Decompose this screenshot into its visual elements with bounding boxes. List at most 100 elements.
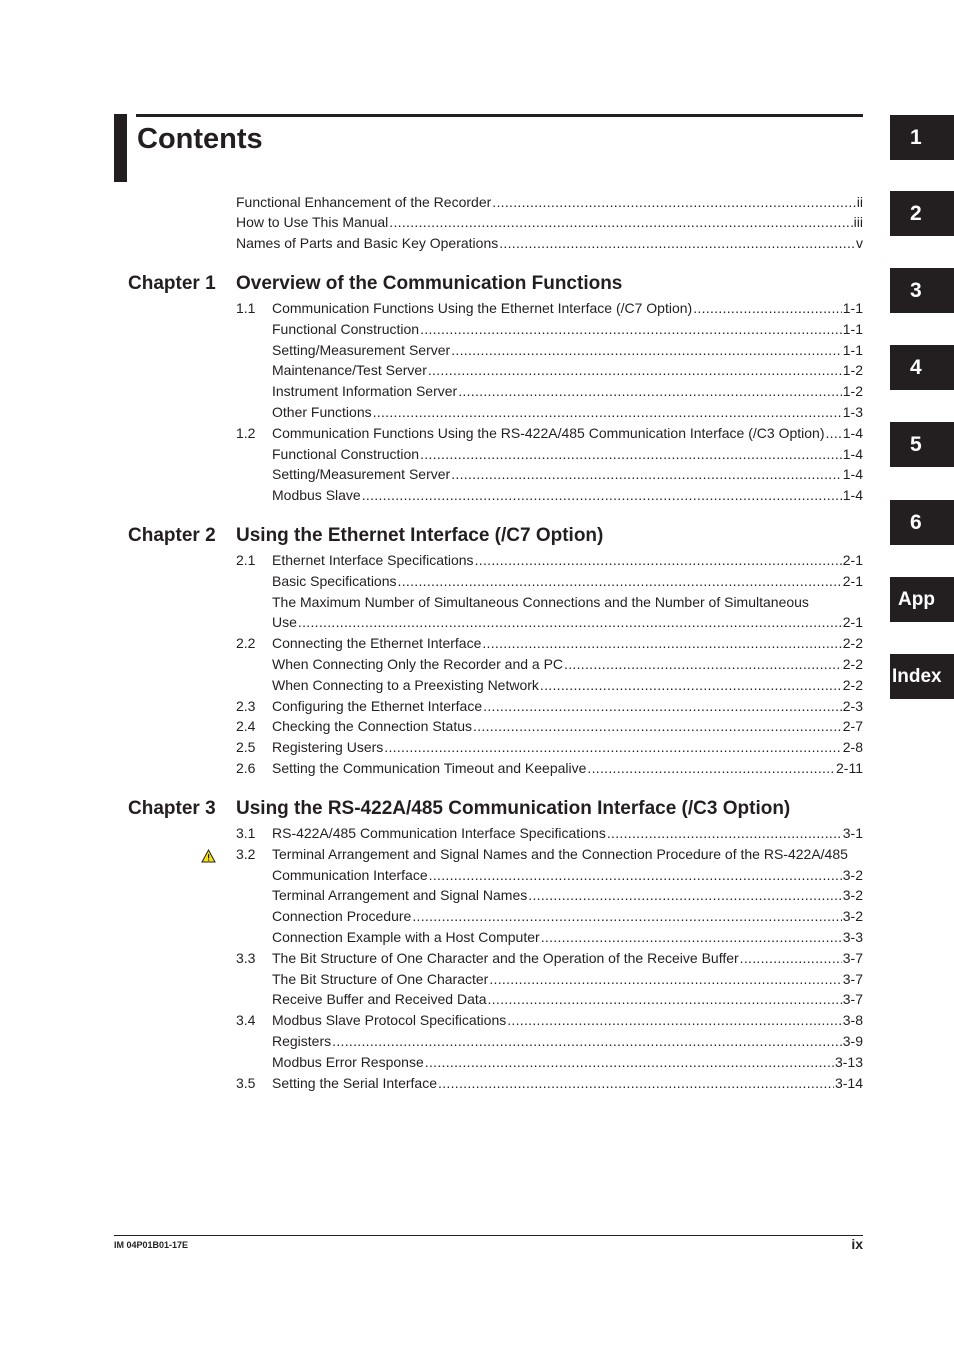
section-number: 3.3 — [236, 950, 256, 966]
dot-leader — [825, 423, 841, 443]
entry-label: The Bit Structure of One Character — [272, 971, 489, 987]
entry-label: Terminal Arrangement and Signal Names an… — [272, 846, 848, 862]
toc-subsection-entry[interactable]: Maintenance/Test Server 1-2 — [272, 360, 863, 380]
entry-page: 1-4 — [842, 487, 863, 503]
entry-page: 1-4 — [842, 446, 863, 462]
entry-page: ii — [856, 194, 863, 210]
dot-leader — [482, 633, 841, 653]
entry-label: Connection Example with a Host Computer — [272, 929, 540, 945]
toc-subsection-entry[interactable]: When Connecting Only the Recorder and a … — [272, 654, 863, 674]
toc-entry[interactable]: Names of Parts and Basic Key Operations … — [236, 233, 863, 253]
tab-chapter-4[interactable]: 4 — [890, 345, 954, 390]
section-number: 2.6 — [236, 760, 256, 776]
toc-subsection-entry[interactable]: Connection Procedure 3-2 — [272, 906, 863, 926]
dot-leader — [389, 212, 852, 232]
section-number: 3.2 — [236, 846, 256, 862]
toc-subsection-entry[interactable]: Basic Specifications 2-1 — [272, 571, 863, 591]
entry-page: 1-4 — [842, 425, 863, 441]
tab-chapter-6[interactable]: 6 — [890, 500, 954, 545]
toc-section-entry[interactable]: 2.2 Connecting the Ethernet Interface 2-2 — [236, 633, 863, 653]
toc-section-entry[interactable]: 2.5 Registering Users 2-8 — [236, 737, 863, 757]
toc-section-entry[interactable]: 2.1 Ethernet Interface Specifications 2-1 — [236, 550, 863, 570]
toc-section-entry[interactable]: 2.4 Checking the Connection Status 2-7 — [236, 716, 863, 736]
entry-label: The Maximum Number of Simultaneous Conne… — [272, 594, 809, 610]
toc-subsection-entry[interactable]: Terminal Arrangement and Signal Names 3-2 — [272, 885, 863, 905]
entry-label: Setting/Measurement Server — [272, 342, 451, 358]
entry-label: Ethernet Interface Specifications — [272, 552, 474, 568]
toc-section-entry[interactable]: 3.1 RS-422A/485 Communication Interface S… — [236, 823, 863, 843]
dot-leader — [541, 927, 842, 947]
chapter-heading-3[interactable]: Chapter 3 Using the RS-422A/485 Communic… — [128, 797, 868, 821]
toc-section-entry[interactable]: 3.5 Setting the Serial Interface 3-14 — [236, 1073, 863, 1093]
toc-subsection-entry[interactable]: The Maximum Number of Simultaneous Conne… — [272, 592, 863, 612]
tab-chapter-2[interactable]: 2 — [890, 191, 954, 236]
toc-subsection-entry[interactable]: Receive Buffer and Received Data 3-7 — [272, 989, 863, 1009]
toc-section-entry[interactable]: 1.1 Communication Functions Using the Eth… — [236, 298, 863, 318]
entry-label: Checking the Connection Status — [272, 718, 473, 734]
entry-label: Functional Construction — [272, 321, 420, 337]
chapter-heading-1[interactable]: Chapter 1 Overview of the Communication … — [128, 272, 868, 296]
toc-subsection-entry[interactable]: Functional Construction 1-1 — [272, 319, 863, 339]
dot-leader — [540, 675, 842, 695]
entry-page: 1-2 — [842, 362, 863, 378]
toc-section-entry[interactable]: 3.4 Modbus Slave Protocol Specifications 3… — [236, 1010, 863, 1030]
toc-subsection-entry[interactable]: Use 2-1 — [272, 612, 863, 632]
entry-label: Configuring the Ethernet Interface — [272, 698, 483, 714]
tab-index[interactable]: Index — [890, 654, 954, 699]
title-rule — [136, 114, 863, 117]
toc-subsection-entry[interactable]: Modbus Error Response 3-13 — [272, 1052, 863, 1072]
toc-subsection-entry[interactable]: Modbus Slave 1-4 — [272, 485, 863, 505]
entry-label: Connecting the Ethernet Interface — [272, 635, 482, 651]
toc-subsection-entry[interactable]: Instrument Information Server 1-2 — [272, 381, 863, 401]
chapter-heading-2[interactable]: Chapter 2 Using the Ethernet Interface (… — [128, 524, 868, 548]
entry-label: Other Functions — [272, 404, 372, 420]
entry-page: 1-1 — [842, 342, 863, 358]
toc-subsection-entry[interactable]: Other Functions 1-3 — [272, 402, 863, 422]
entry-label: Modbus Slave — [272, 487, 361, 503]
section-number: 2.2 — [236, 635, 256, 651]
dot-leader — [499, 233, 855, 253]
dot-leader — [438, 1073, 834, 1093]
dot-leader — [564, 654, 842, 674]
entry-label: When Connecting Only the Recorder and a … — [272, 656, 564, 672]
footer-rule — [114, 1235, 863, 1236]
toc-subsection-entry[interactable]: Registers 3-9 — [272, 1031, 863, 1051]
entry-page: 2-1 — [842, 573, 863, 589]
entry-page: 3-7 — [842, 991, 863, 1007]
toc-section-entry[interactable]: 3.2 Terminal Arrangement and Signal Names… — [236, 844, 863, 864]
tab-chapter-3[interactable]: 3 — [890, 268, 954, 313]
section-number: 2.4 — [236, 718, 256, 734]
toc-section-entry[interactable]: 2.6 Setting the Communication Timeout and… — [236, 758, 863, 778]
dot-leader — [420, 444, 842, 464]
chapter-label: Chapter 1 — [128, 273, 216, 294]
toc-section-entry[interactable]: 2.3 Configuring the Ethernet Interface 2-3 — [236, 696, 863, 716]
dot-leader — [362, 485, 842, 505]
toc-subsection-entry[interactable]: Communication Interface 3-2 — [272, 865, 863, 885]
toc-subsection-entry[interactable]: Setting/Measurement Server 1-4 — [272, 464, 863, 484]
entry-label: Modbus Error Response — [272, 1054, 424, 1070]
entry-page: 3-1 — [842, 825, 863, 841]
dot-leader — [420, 319, 842, 339]
dot-leader — [587, 758, 835, 778]
tab-chapter-5[interactable]: 5 — [890, 422, 954, 467]
toc-section-entry[interactable]: 1.2 Communication Functions Using the RS-… — [236, 423, 863, 443]
dot-leader — [528, 885, 842, 905]
section-number: 2.1 — [236, 552, 256, 568]
section-number: 1.2 — [236, 425, 256, 441]
toc-subsection-entry[interactable]: When Connecting to a Preexisting Network… — [272, 675, 863, 695]
tab-chapter-1[interactable]: 1 — [890, 115, 954, 160]
toc-section-entry[interactable]: 3.3 The Bit Structure of One Character an… — [236, 948, 863, 968]
toc-subsection-entry[interactable]: Setting/Measurement Server 1-1 — [272, 340, 863, 360]
dot-leader — [475, 550, 842, 570]
entry-page: 2-1 — [842, 614, 863, 630]
toc-entry[interactable]: How to Use This Manual iii — [236, 212, 863, 232]
toc-subsection-entry[interactable]: The Bit Structure of One Character 3-7 — [272, 969, 863, 989]
toc-subsection-entry[interactable]: Functional Construction 1-4 — [272, 444, 863, 464]
dot-leader — [412, 906, 841, 926]
entry-label: Functional Enhancement of the Recorder — [236, 194, 492, 210]
dot-leader — [373, 402, 842, 422]
tab-appendix[interactable]: App — [890, 577, 954, 622]
entry-label: Names of Parts and Basic Key Operations — [236, 235, 499, 251]
toc-entry[interactable]: Functional Enhancement of the Recorder i… — [236, 192, 863, 212]
toc-subsection-entry[interactable]: Connection Example with a Host Computer 3… — [272, 927, 863, 947]
